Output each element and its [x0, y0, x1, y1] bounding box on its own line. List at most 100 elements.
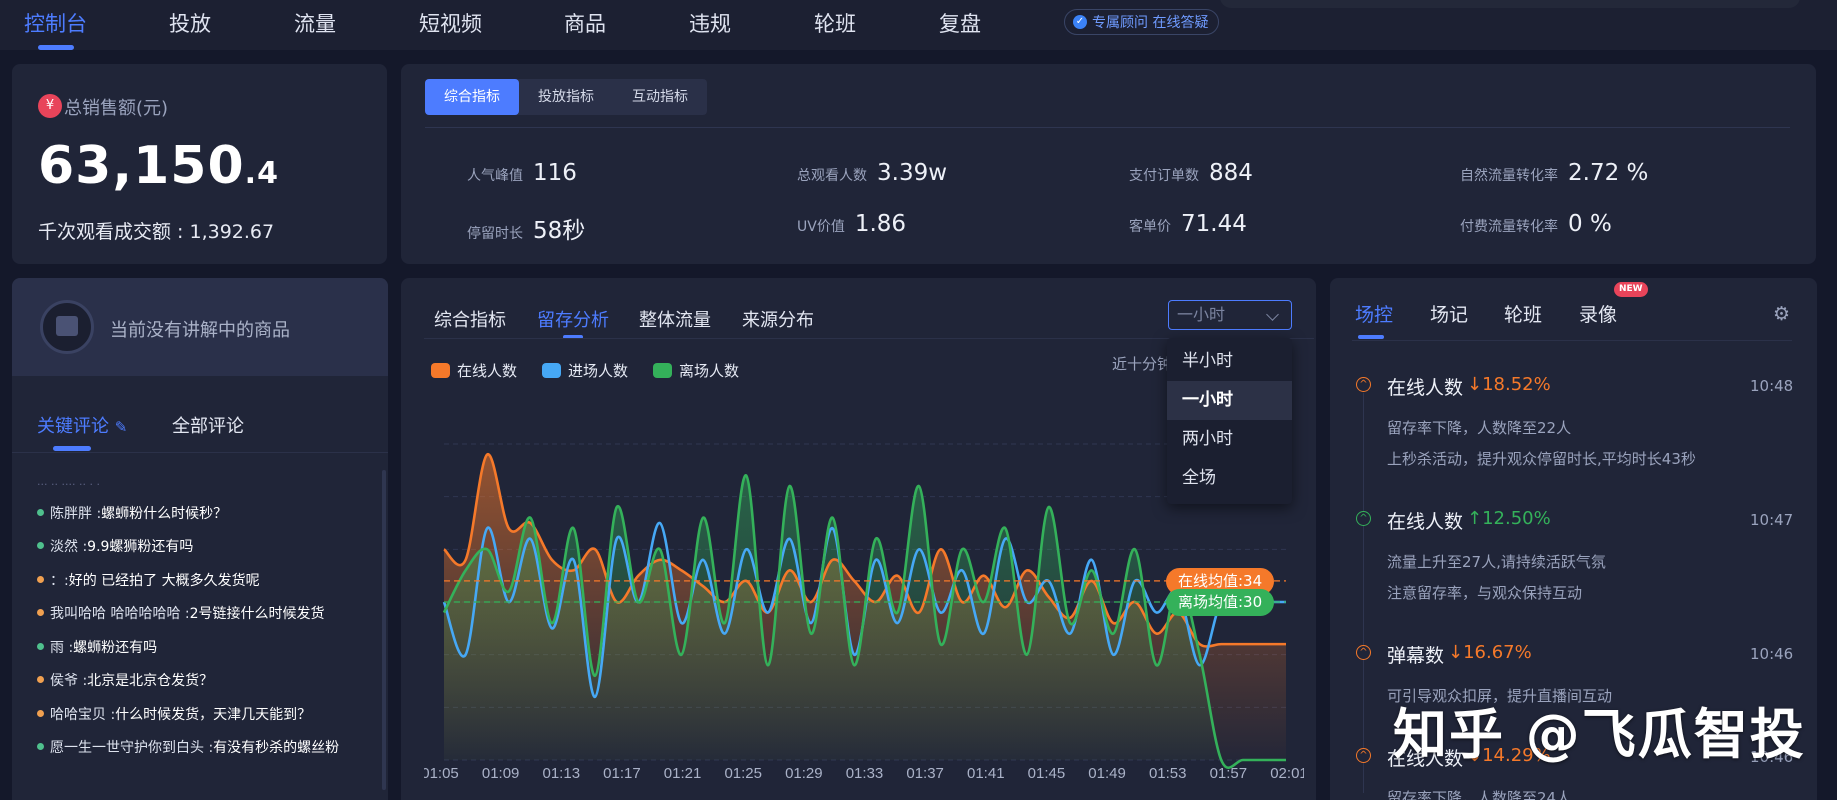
metric-value: 1.86	[854, 211, 907, 237]
nav-tab-traffic[interactable]: 流量	[294, 8, 336, 38]
nav-tab-short-video[interactable]: 短视频	[419, 8, 482, 38]
chevron-up-icon: ^	[1356, 511, 1371, 526]
metric-value: 3.39w	[877, 160, 948, 186]
x-tick-label: 01:05	[424, 765, 459, 782]
event-detail: 留存率下降，人数降至22人	[1387, 419, 1572, 437]
x-tick-label: 01:13	[543, 765, 581, 782]
metric-label: 人气峰值	[467, 168, 523, 184]
x-tick-label: 01:53	[1149, 765, 1187, 782]
new-badge: NEW	[1614, 282, 1648, 297]
tab-recording[interactable]: 录像	[1579, 300, 1617, 327]
watermark: 知乎 @飞瓜智投	[1393, 703, 1806, 766]
chart-tab-source[interactable]: 来源分布	[742, 306, 814, 332]
event-time: 10:47	[1750, 511, 1794, 529]
option-two-hours[interactable]: 两小时	[1167, 420, 1292, 459]
metrics-tab-interaction[interactable]: 互动指标	[613, 79, 707, 115]
event-change: ↓16.67%	[1448, 642, 1532, 663]
metric-paid-conv: 付费流量转化率 0 %	[1460, 211, 1612, 237]
chart-tab-overall[interactable]: 综合指标	[434, 306, 506, 332]
legend-swatch	[653, 363, 672, 378]
comments-scrollbar[interactable]	[382, 470, 386, 790]
chevron-up-icon: ^	[1356, 645, 1371, 660]
metric-label: 自然流量转化率	[1460, 168, 1558, 184]
series-area	[444, 475, 1286, 768]
metrics-tab-ads[interactable]: 投放指标	[519, 79, 613, 115]
sales-title: 总销售额(元)	[64, 98, 169, 119]
gpm-value: 千次观看成交额 : 1,392.67	[38, 221, 275, 243]
metric-aov: 客单价 71.44	[1129, 211, 1247, 237]
option-half-hour[interactable]: 半小时	[1167, 342, 1292, 381]
comment-user: 淡然 :	[50, 539, 88, 555]
metric-viewers: 总观看人数 3.39w	[797, 160, 947, 186]
chart-tab-traffic[interactable]: 整体流量	[639, 306, 711, 332]
tab-all-comments[interactable]: 全部评论	[172, 412, 244, 438]
yuan-icon: ¥	[38, 94, 62, 118]
option-full[interactable]: 全场	[1167, 459, 1292, 498]
nav-tab-shifts[interactable]: 轮班	[814, 8, 856, 38]
event-detail: 注意留存率，与观众保持互动	[1387, 584, 1583, 602]
chevron-up-icon: ^	[1356, 748, 1371, 763]
comment-user: 愿一生一世守护你到白头 :	[50, 740, 214, 756]
comment-text: 螺蛳粉还有吗	[73, 640, 158, 656]
comment-user: 陈胖胖 :	[50, 506, 102, 522]
option-one-hour[interactable]: 一小时	[1167, 381, 1292, 420]
legend-enter[interactable]: 进场人数	[542, 360, 628, 381]
metric-value: 71.44	[1181, 211, 1247, 237]
comment-item: 侯爷 :北京是北京仓发货？	[37, 671, 362, 692]
metrics-tab-overall[interactable]: 综合指标	[425, 79, 519, 115]
comment-text: 螺蛳粉什么时候秒？	[101, 506, 228, 522]
tab-field-control[interactable]: 场控	[1355, 300, 1393, 327]
metric-value: 116	[533, 160, 577, 186]
comment-text: 有没有秒杀的螺丝粉	[213, 740, 340, 756]
comment-partial: ··· ·· ···· ·· · ·	[37, 478, 100, 491]
comments-tab-indicator	[53, 446, 91, 451]
comment-text: 什么时候发货，天津几天能到？	[115, 707, 312, 723]
nav-tab-review[interactable]: 复盘	[939, 8, 981, 38]
nav-tab-violations[interactable]: 违规	[689, 8, 731, 38]
right-tab-indicator	[1358, 335, 1384, 339]
legend-label: 离场人数	[679, 362, 740, 380]
comment-item: 雨 :螺蛳粉还有吗	[37, 638, 362, 659]
metric-label: 付费流量转化率	[1460, 219, 1558, 235]
chart-tab-retention[interactable]: 留存分析	[537, 306, 609, 332]
x-tick-label: 01:41	[967, 765, 1005, 782]
consultant-button[interactable]: ✓ 专属顾问 在线答疑	[1064, 9, 1220, 35]
comment-item: 陈胖胖 :螺蛳粉什么时候秒？	[37, 504, 362, 525]
nav-tab-products[interactable]: 商品	[564, 8, 606, 38]
comment-text: 9.9螺狮粉还有吗	[87, 539, 194, 555]
comment-item: 愿一生一世守护你到白头 :有没有秒杀的螺丝粉	[37, 738, 362, 759]
metric-peak: 人气峰值 116	[467, 160, 577, 186]
time-range-select[interactable]: 一小时	[1168, 300, 1292, 330]
tab-shifts[interactable]: 轮班	[1504, 300, 1542, 327]
metric-label: 客单价	[1129, 219, 1171, 235]
nav-tab-ads[interactable]: 投放	[169, 8, 211, 38]
tab-field-notes[interactable]: 场记	[1430, 300, 1468, 327]
comment-dot	[37, 576, 44, 583]
timeline-line	[1363, 393, 1364, 793]
event-detail: 留存率下降，人数降至24人	[1387, 789, 1572, 800]
leave-average-badge: 离场均值:30	[1166, 589, 1275, 616]
comment-dot	[37, 743, 44, 750]
tab-key-comments[interactable]: 关键评论 ✎	[37, 412, 127, 438]
legend-swatch	[431, 363, 450, 378]
top-search-bar[interactable]	[1220, 0, 1800, 8]
comment-text: 2号链接什么时候发货	[189, 606, 325, 622]
metric-label: 支付订单数	[1129, 168, 1199, 184]
comment-text: 北京是北京仓发货？	[87, 673, 214, 689]
legend-leave[interactable]: 离场人数	[653, 360, 739, 381]
comment-dot	[37, 542, 44, 549]
sales-total: 63,150.4	[38, 136, 279, 196]
x-tick-label: 01:09	[482, 765, 520, 782]
comment-dot	[37, 509, 44, 516]
gear-icon[interactable]: ⚙	[1773, 303, 1790, 325]
nav-tab-console[interactable]: 控制台	[24, 8, 87, 38]
x-tick-label: 01:57	[1210, 765, 1248, 782]
x-tick-label: 01:21	[664, 765, 702, 782]
edit-icon[interactable]: ✎	[115, 418, 128, 436]
recent-ten-min-label: 近十分钟	[1112, 355, 1173, 373]
legend-online[interactable]: 在线人数	[431, 360, 517, 381]
comment-item: 淡然 :9.9螺狮粉还有吗	[37, 537, 362, 558]
legend-label: 在线人数	[457, 362, 518, 380]
x-tick-label: 01:25	[724, 765, 762, 782]
consultant-label: 专属顾问 在线答疑	[1092, 15, 1209, 31]
